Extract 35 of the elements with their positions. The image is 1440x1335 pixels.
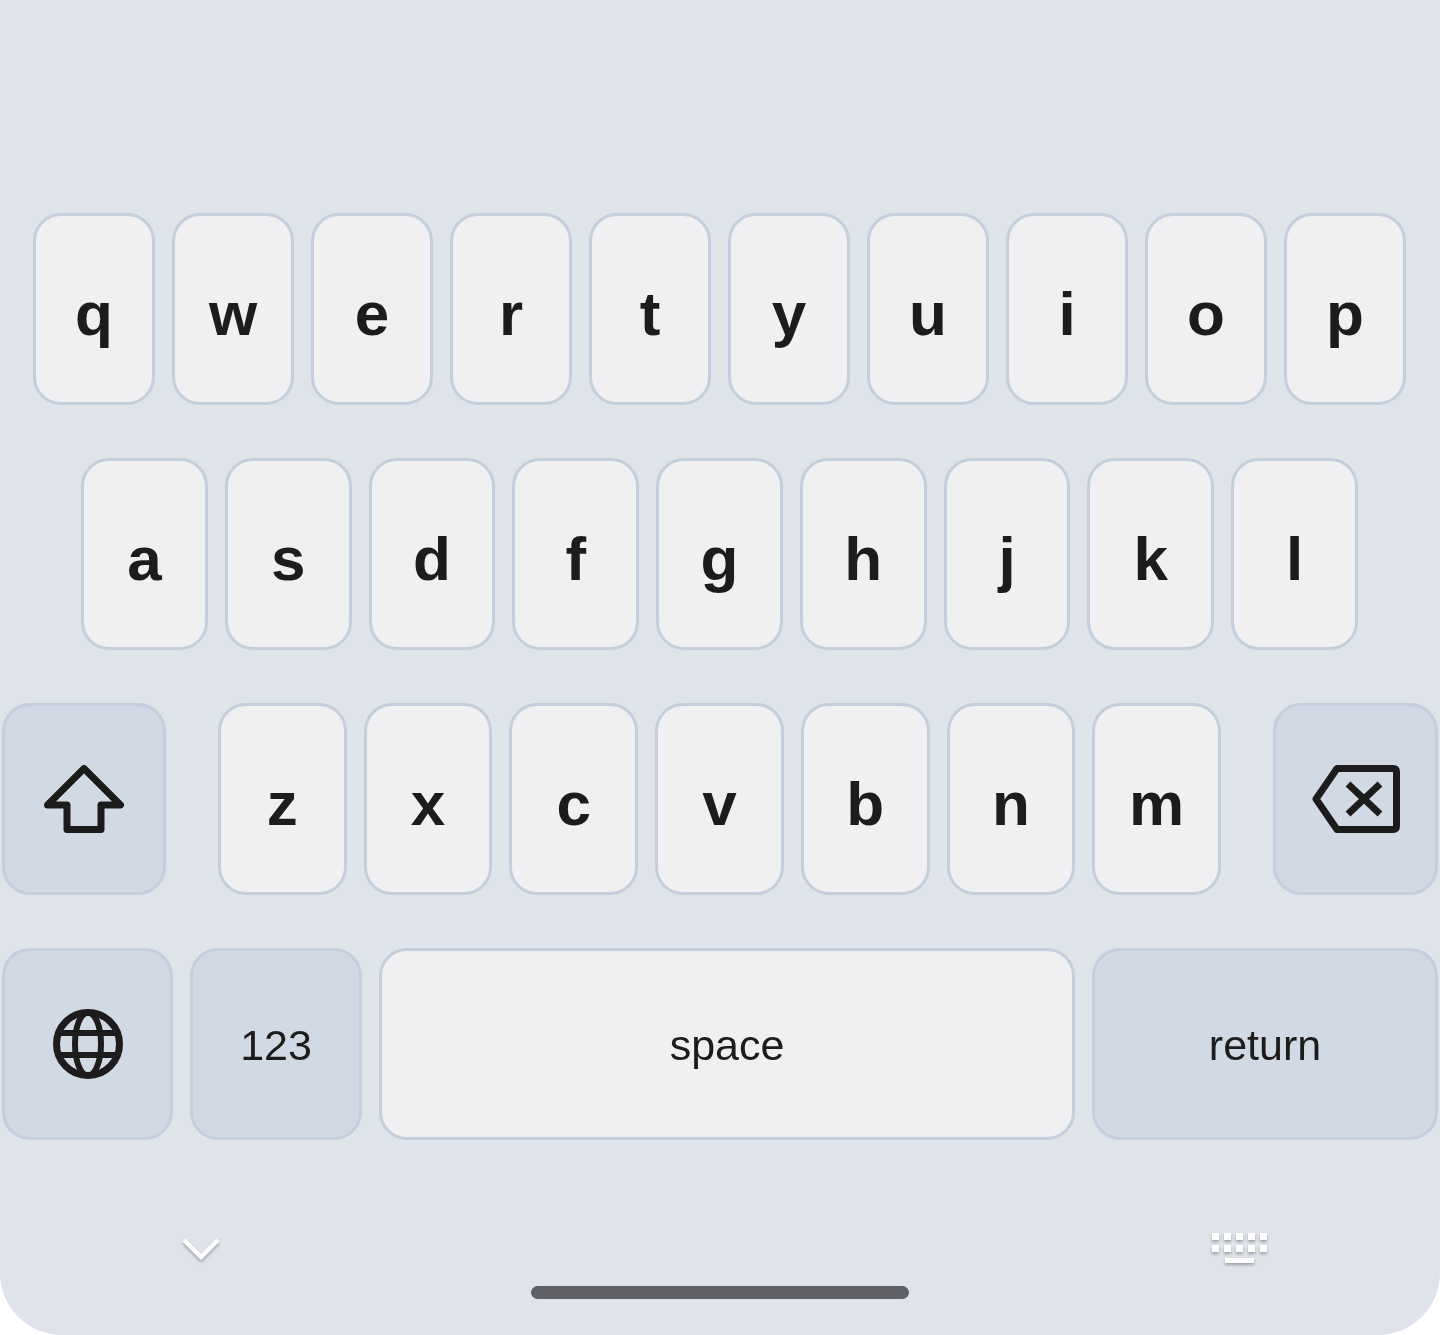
letter-key[interactable]: t xyxy=(589,213,711,405)
letter-key[interactable]: u xyxy=(867,213,989,405)
letter-key[interactable]: s xyxy=(224,458,352,650)
letter-key[interactable]: z xyxy=(218,703,347,895)
letter-key[interactable]: n xyxy=(946,703,1076,895)
letter-key[interactable]: v xyxy=(655,703,784,895)
letter-key[interactable]: k xyxy=(1087,458,1215,650)
letter-key[interactable]: p xyxy=(1284,213,1406,405)
letter-key[interactable]: y xyxy=(728,213,850,405)
letter-key[interactable]: o xyxy=(1145,213,1267,405)
letter-key[interactable]: w xyxy=(172,213,294,405)
letter-key[interactable]: j xyxy=(943,458,1071,650)
letter-key[interactable]: f xyxy=(512,458,640,650)
globe-key[interactable] xyxy=(2,948,173,1140)
letter-key[interactable]: r xyxy=(450,213,572,405)
letter-key[interactable]: d xyxy=(368,458,496,650)
globe-icon xyxy=(52,1009,123,1079)
letter-key[interactable]: e xyxy=(311,213,433,405)
shift-key[interactable] xyxy=(2,703,166,895)
letter-key[interactable]: i xyxy=(1006,213,1128,405)
letter-key[interactable]: l xyxy=(1231,458,1359,650)
letter-key[interactable]: h xyxy=(799,458,927,650)
backspace-key[interactable] xyxy=(1273,703,1439,895)
shift-icon xyxy=(44,765,124,833)
letter-key[interactable]: g xyxy=(656,458,783,650)
numbers-key[interactable]: 123 xyxy=(190,948,362,1140)
return-key[interactable]: return xyxy=(1092,948,1438,1140)
backspace-icon xyxy=(1311,765,1400,833)
letter-key[interactable]: m xyxy=(1092,703,1222,895)
space-bar[interactable]: space xyxy=(379,948,1075,1140)
letter-key[interactable]: a xyxy=(81,458,208,650)
letter-key[interactable]: b xyxy=(800,703,930,895)
letter-key[interactable]: c xyxy=(509,703,639,895)
letter-key[interactable]: q xyxy=(33,213,155,405)
letter-key[interactable]: x xyxy=(363,703,493,895)
